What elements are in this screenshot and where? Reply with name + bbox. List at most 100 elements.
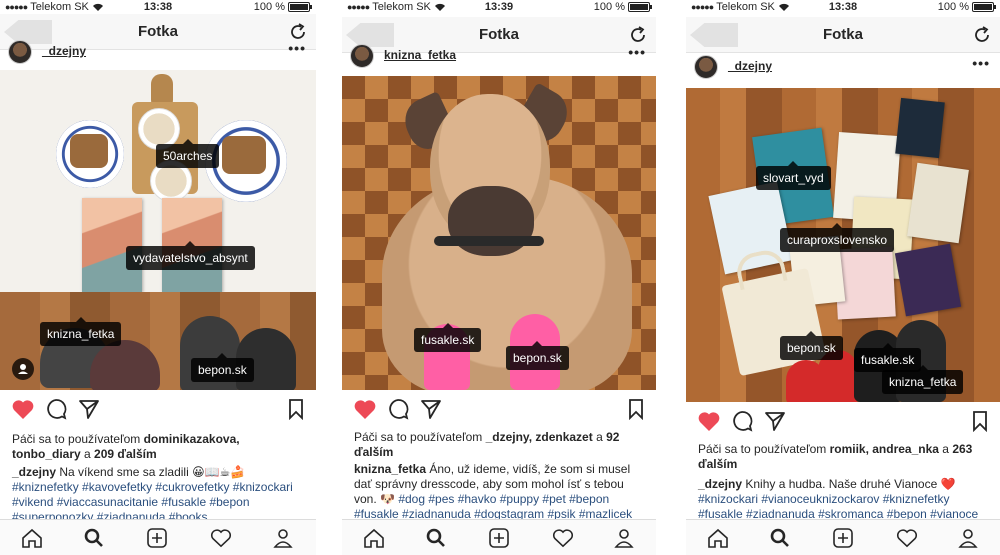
refresh-icon[interactable] bbox=[628, 25, 648, 45]
user-tag[interactable]: vydavatelstvo_absynt bbox=[126, 241, 255, 270]
tab-bar bbox=[0, 519, 316, 555]
profile-icon[interactable] bbox=[614, 528, 634, 548]
status-bar: ●●●●● Telekom SK 13:38 100 % bbox=[0, 0, 316, 14]
post-photo[interactable]: fusakle.sk bepon.sk bbox=[342, 76, 656, 390]
post-username[interactable]: _dzejny bbox=[728, 59, 772, 73]
likes-text: Páči sa to používateľom dominikazakova, … bbox=[12, 432, 306, 462]
battery-percent: 100 % bbox=[253, 1, 285, 13]
activity-heart-icon[interactable] bbox=[896, 528, 918, 548]
page-title: Fotka bbox=[822, 26, 863, 43]
user-tag[interactable]: knizna_fetka bbox=[40, 317, 122, 346]
heart-filled-icon[interactable] bbox=[353, 398, 377, 420]
likes-and: a bbox=[592, 430, 607, 444]
caption-username[interactable]: knizna_fetka bbox=[354, 462, 426, 476]
caption: knizna_fetka Áno, už ideme, vidíš, že so… bbox=[354, 462, 646, 522]
status-bar: ●●●●● Telekom SK 13:38 100 % bbox=[686, 0, 1000, 14]
post-username[interactable]: knizna_fetka bbox=[384, 48, 456, 62]
caption-hashtags[interactable]: #dog #pes #havko #puppy #pet #bepon #fus… bbox=[354, 492, 632, 521]
profile-icon[interactable] bbox=[273, 528, 293, 548]
user-tag[interactable]: bepon.sk bbox=[780, 331, 843, 360]
battery-percent: 100 % bbox=[593, 1, 625, 13]
home-icon[interactable] bbox=[707, 528, 729, 548]
share-icon[interactable] bbox=[764, 410, 786, 432]
caption-text: Knihy a hudba. Naše druhé Vianoce ❤️ bbox=[742, 477, 956, 491]
comment-icon[interactable] bbox=[387, 398, 409, 420]
post-photo[interactable]: slovart_vyd curaproxslovensko bepon.sk f… bbox=[686, 88, 1000, 402]
battery-icon bbox=[972, 2, 996, 12]
nav-bar: Fotka bbox=[686, 17, 1000, 53]
heart-filled-icon[interactable] bbox=[697, 410, 721, 432]
likes-users[interactable]: _dzejny, zdenkazet bbox=[486, 430, 593, 444]
likes-prefix: Páči sa to používateľom bbox=[354, 430, 486, 444]
caption-hashtags[interactable]: #kniznefetky #kavovefetky #cukrovefetky … bbox=[12, 480, 293, 524]
avatar[interactable] bbox=[350, 44, 374, 68]
likes-users[interactable]: romiik, andrea_nka bbox=[830, 442, 939, 456]
action-row bbox=[686, 410, 1000, 436]
user-tag[interactable]: curaproxslovensko bbox=[780, 223, 895, 252]
likes-count[interactable]: 209 ďalším bbox=[94, 447, 157, 461]
cake-slice bbox=[222, 136, 266, 174]
refresh-icon[interactable] bbox=[288, 22, 308, 42]
cake-slice bbox=[70, 134, 108, 168]
home-icon[interactable] bbox=[363, 528, 385, 548]
search-icon[interactable] bbox=[426, 528, 446, 548]
refresh-icon[interactable] bbox=[972, 25, 992, 45]
search-icon[interactable] bbox=[84, 528, 104, 548]
post-photo[interactable]: 50arches vydavatelstvo_absynt knizna_fet… bbox=[0, 70, 316, 390]
activity-heart-icon[interactable] bbox=[552, 528, 574, 548]
status-bar: ●●●●● Telekom SK 13:39 100 % bbox=[342, 0, 656, 14]
likes-text: Páči sa to používateľom romiik, andrea_n… bbox=[698, 442, 990, 472]
bookmark-icon[interactable] bbox=[287, 398, 305, 420]
caption-text: Na víkend sme sa zladili 😀📖☕🍰 bbox=[56, 465, 246, 479]
share-icon[interactable] bbox=[78, 398, 100, 420]
post-screen-2: ●●●●● Telekom SK 13:39 100 % Fotka knizna… bbox=[342, 0, 656, 555]
caption: _dzejny Knihy a hudba. Naše druhé Vianoc… bbox=[698, 477, 990, 522]
user-tag[interactable]: bepon.sk bbox=[191, 353, 254, 382]
profile-icon[interactable] bbox=[958, 528, 978, 548]
bookmark-icon[interactable] bbox=[627, 398, 645, 420]
more-options-icon[interactable]: ••• bbox=[288, 40, 306, 56]
post-screen-1: ●●●●● Telekom SK 13:38 100 % Fotka _dzejn… bbox=[0, 0, 316, 555]
user-tag[interactable]: fusakle.sk bbox=[414, 323, 482, 352]
user-tag[interactable]: 50arches bbox=[156, 139, 220, 168]
user-tag[interactable]: fusakle.sk bbox=[854, 343, 922, 372]
caption-username[interactable]: _dzejny bbox=[698, 477, 742, 491]
search-icon[interactable] bbox=[770, 528, 790, 548]
caption-hashtags[interactable]: #knizockari #vianoceuknizockarov #knizne… bbox=[698, 492, 978, 521]
battery-icon bbox=[288, 2, 312, 12]
post-header: _dzejny ••• bbox=[0, 40, 316, 64]
post-header: knizna_fetka ••• bbox=[342, 44, 656, 68]
caption-username[interactable]: _dzejny bbox=[12, 465, 56, 479]
likes-text: Páči sa to používateľom _dzejny, zdenkaz… bbox=[354, 430, 646, 460]
action-row bbox=[342, 398, 656, 424]
avatar[interactable] bbox=[694, 55, 718, 79]
likes-and: a bbox=[80, 447, 95, 461]
comment-icon[interactable] bbox=[731, 410, 753, 432]
add-icon[interactable] bbox=[833, 528, 853, 548]
activity-heart-icon[interactable] bbox=[210, 528, 232, 548]
home-icon[interactable] bbox=[21, 528, 43, 548]
caption: _dzejny Na víkend sme sa zladili 😀📖☕🍰 #k… bbox=[12, 465, 306, 525]
book bbox=[82, 198, 142, 292]
bookmark-icon[interactable] bbox=[971, 410, 989, 432]
tagged-people-icon[interactable] bbox=[12, 358, 34, 380]
page-title: Fotka bbox=[137, 23, 178, 40]
more-options-icon[interactable]: ••• bbox=[628, 44, 646, 60]
post-username[interactable]: _dzejny bbox=[42, 44, 86, 58]
battery-icon bbox=[628, 2, 652, 12]
book bbox=[907, 162, 969, 244]
tab-bar bbox=[342, 519, 656, 555]
user-tag[interactable]: knizna_fetka bbox=[882, 365, 964, 394]
avatar[interactable] bbox=[8, 40, 32, 64]
more-options-icon[interactable]: ••• bbox=[972, 55, 990, 71]
share-icon[interactable] bbox=[420, 398, 442, 420]
add-icon[interactable] bbox=[147, 528, 167, 548]
heart-filled-icon[interactable] bbox=[11, 398, 35, 420]
battery-percent: 100 % bbox=[937, 1, 969, 13]
add-icon[interactable] bbox=[489, 528, 509, 548]
book bbox=[894, 243, 962, 317]
user-tag[interactable]: slovart_vyd bbox=[756, 161, 831, 190]
action-row bbox=[0, 398, 316, 424]
user-tag[interactable]: bepon.sk bbox=[506, 341, 569, 370]
comment-icon[interactable] bbox=[45, 398, 67, 420]
